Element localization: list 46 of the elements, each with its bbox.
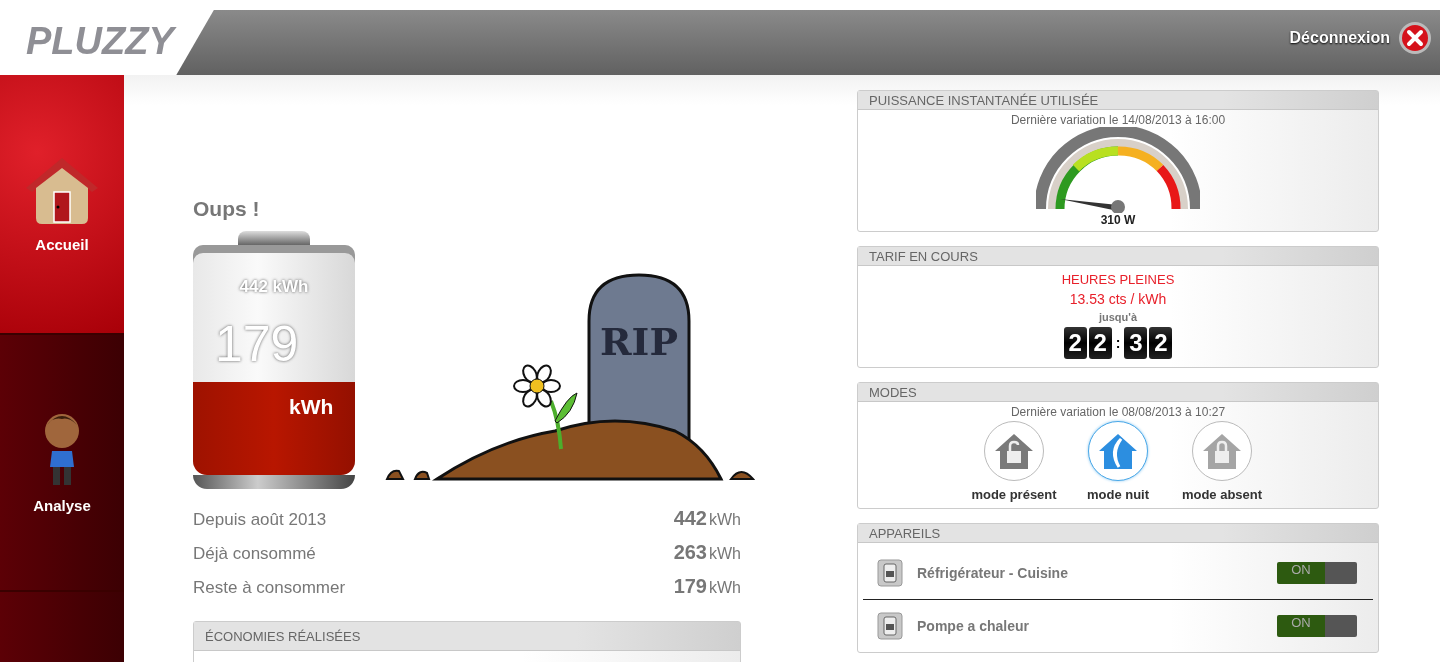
house-lock-icon (1201, 431, 1243, 471)
device-toggle[interactable]: ON (1277, 562, 1357, 584)
summary-title: Oups ! (193, 197, 261, 221)
sidebar-item[interactable]: Accueil (0, 75, 124, 333)
clock-digit: 2 (1149, 327, 1173, 359)
panel-header: PUISSANCE INSTANTANÉE UTILISÉE (858, 91, 1378, 110)
switch-icon (877, 612, 903, 640)
panel-header: MODES (858, 383, 1378, 402)
tombstone-text: RIP (599, 319, 679, 364)
panel-header: APPAREILS (858, 524, 1378, 543)
switch-icon (877, 559, 903, 587)
power-reading: 310 W (1100, 213, 1136, 227)
last-change-text: Dernière variation le 08/08/2013 à 10:27 (1010, 405, 1226, 419)
stat-label: Depuis août 2013 (193, 510, 327, 530)
stat-value: 179 kWh (673, 575, 741, 598)
house-icon (24, 155, 100, 226)
logout-button[interactable]: Déconnexion (1289, 21, 1432, 55)
device-name: Réfrigérateur - Cuisine (917, 565, 1069, 581)
house-unlocked-icon (993, 431, 1035, 471)
mode-button[interactable]: mode présent (971, 421, 1057, 502)
clock-separator: : (1115, 335, 1121, 351)
clock-digit: 2 (1063, 327, 1087, 359)
battery-cap (238, 231, 310, 245)
tariff-price: 13.53 cts / kWh (1069, 291, 1167, 307)
device-name: Pompe a chaleur (917, 618, 1031, 634)
house-moon-icon (1097, 431, 1139, 471)
battery-unit: kWh (289, 395, 334, 419)
clock-digit: 3 (1124, 327, 1148, 359)
sidebar-label: Accueil (35, 235, 89, 253)
until-label: jusqu'à (1098, 311, 1138, 323)
close-icon (1398, 21, 1432, 55)
stat-value: 263 kWh (673, 541, 741, 564)
mode-button[interactable]: mode absent (1179, 421, 1265, 502)
panel-header: ÉCONOMIES RÉALISÉES (194, 622, 740, 651)
stat-label: Déjà consommé (193, 544, 316, 564)
clock-digit: 2 (1088, 327, 1112, 359)
battery-remaining: 179 (215, 315, 299, 373)
last-change-text: Dernière variation le 14/08/2013 à 16:00 (1010, 113, 1226, 127)
device-toggle[interactable]: ON (1277, 615, 1357, 637)
stat-label: Reste à consommer (193, 578, 346, 598)
stat-value: 442 kWh (673, 507, 741, 530)
battery-total: 442 kWh (238, 277, 310, 297)
panel-header: TARIF EN COURS (858, 247, 1378, 266)
sidebar-label: Analyse (33, 497, 91, 514)
mode-button[interactable]: mode nuit (1075, 421, 1161, 502)
tariff-period: HEURES PLEINES (1061, 272, 1175, 287)
